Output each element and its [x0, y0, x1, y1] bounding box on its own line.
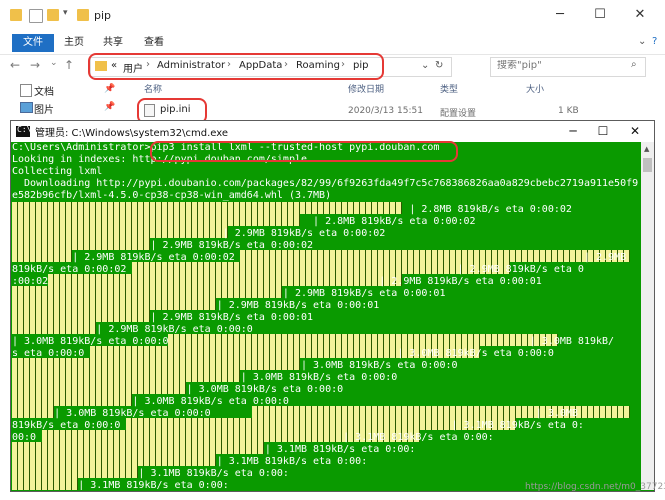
tab-share[interactable]: 共享: [103, 34, 123, 52]
file-size: 1 KB: [558, 106, 579, 116]
console-line: | 3.0MB 819kB/s eta 0:00:0: [12, 396, 289, 407]
cmd-minimize-icon[interactable]: ─: [559, 121, 587, 141]
cmd-maximize-icon[interactable]: ☐: [589, 121, 617, 141]
tab-file[interactable]: 文件: [12, 34, 54, 52]
scroll-thumb[interactable]: [643, 158, 652, 172]
console-line: | 3.1MB 819kB/s eta 0:00:: [12, 468, 289, 479]
console-line: | 3.1MB 819kB/s eta 0:00:: [12, 456, 368, 467]
column-name[interactable]: 名称: [144, 82, 162, 95]
watermark: https://blog.csdn.net/m0_37723044: [525, 482, 665, 492]
console-line: s eta 0:00:0 | 3.0MB 819kB/s eta 0:00:0: [12, 348, 554, 359]
window-folder-icon: [77, 9, 89, 21]
expand-ribbon-icon[interactable]: ⌄: [638, 36, 646, 47]
console-line: | 3.0MB 819kB/s eta 0:00:0: [12, 360, 458, 371]
console-line: | 2.8MB 819kB/s eta 0:00:02: [12, 204, 572, 215]
console-line: Collecting lxml: [12, 166, 103, 177]
help-icon[interactable]: ?: [652, 36, 657, 47]
file-type: 配置设置: [440, 109, 477, 119]
tab-home[interactable]: 主页: [64, 34, 84, 52]
column-size[interactable]: 大小: [526, 82, 544, 95]
pin-icon[interactable]: 📌: [104, 84, 115, 94]
picture-icon: [20, 102, 33, 113]
cmd-title-bar: C:\ 管理员: C:\Windows\system32\cmd.exe ─ ☐…: [10, 120, 655, 142]
console-line: | 3.0MB 819kB/s eta 0:00:0 | 3.0MB 819kB…: [12, 336, 615, 347]
refresh-icon[interactable]: ↻: [435, 60, 443, 71]
customize-qa-icon[interactable]: ▾: [63, 8, 68, 18]
explorer-title-bar: ▾ pip ─ ☐ ✕: [0, 0, 665, 30]
console-line: | 3.0MB 819kB/s eta 0:00:0 | 3.0MB: [12, 408, 578, 419]
forward-icon[interactable]: →: [30, 58, 40, 72]
recent-locations-icon[interactable]: ⌄: [50, 58, 58, 68]
console-line: Downloading http://pypi.doubanio.com/pac…: [12, 178, 639, 189]
ribbon: [0, 30, 665, 55]
console-line: | 3.0MB 819kB/s eta 0:00:0: [12, 384, 344, 395]
console-line: | 2.9MB 819kB/s eta 0:00:02 | 2.9MB: [12, 252, 627, 263]
cmd-icon: C:\: [16, 125, 32, 137]
console-line: | 3.1MB 819kB/s eta 0:00:: [12, 444, 416, 455]
maximize-icon[interactable]: ☐: [588, 6, 612, 24]
console-line: | 2.8MB 819kB/s eta 0:00:02: [12, 216, 476, 227]
column-type[interactable]: 类型: [440, 82, 458, 95]
search-box[interactable]: ⌕: [490, 57, 646, 77]
console-line: | 2.9MB 819kB/s eta 0:00:01: [12, 312, 314, 323]
document-icon: [20, 84, 32, 97]
window-title: pip: [94, 9, 112, 22]
console-line: | 2.9MB 819kB/s eta 0:00:01: [12, 288, 446, 299]
search-icon[interactable]: ⌕: [631, 59, 637, 70]
folder-icon: [10, 9, 22, 21]
console-line: | 2.9MB 819kB/s eta 0:00:01: [12, 300, 380, 311]
properties-icon[interactable]: [29, 9, 43, 23]
console-line: :00:02 | 2.9MB 819kB/s eta 0:00:01: [12, 276, 542, 287]
up-icon[interactable]: ↑: [64, 58, 74, 72]
sidebar-item-documents[interactable]: 文档: [34, 83, 54, 98]
console-line: | 3.0MB 819kB/s eta 0:00:0: [12, 372, 398, 383]
console-line: | 2.9MB 819kB/s eta 0:00:0: [12, 324, 253, 335]
console-line: 819kB/s eta 0:00:0 | 3.1MB 819kB/s eta 0…: [12, 420, 584, 431]
back-icon[interactable]: ←: [10, 58, 20, 72]
command-highlight: [150, 141, 458, 162]
sidebar-item-pictures[interactable]: 图片: [34, 101, 54, 116]
cmd-icon-label: C:\: [17, 125, 32, 134]
close-icon[interactable]: ✕: [628, 6, 652, 24]
column-headers: 名称 修改日期 类型 大小: [140, 82, 665, 100]
address-dropdown-icon[interactable]: ⌄: [421, 60, 429, 71]
console-line: 819kB/s eta 0:00:02 | 2.9MB 819kB/s eta …: [12, 264, 584, 275]
scroll-up-icon[interactable]: ▲: [644, 145, 649, 153]
address-highlight: [88, 53, 384, 80]
navigation-pane: 文档 📌 图片 📌: [0, 80, 125, 122]
search-input[interactable]: [497, 60, 617, 71]
console-line: | 2.9MB 819kB/s eta 0:00:02: [12, 228, 386, 239]
file-date: 2020/3/13 15:51: [348, 106, 423, 116]
console-line: | 2.9MB 819kB/s eta 0:00:02: [12, 240, 314, 251]
cmd-close-icon[interactable]: ✕: [621, 121, 649, 141]
console-line: 00:0 | 3.1MB 819kB/s eta 0:00:: [12, 432, 494, 443]
file-row[interactable]: pip.ini 2020/3/13 15:51 配置设置 1 KB: [140, 100, 665, 120]
console-scrollbar[interactable]: ▲: [641, 142, 654, 490]
new-folder-icon[interactable]: [47, 9, 59, 21]
tab-view[interactable]: 查看: [144, 34, 164, 52]
column-date[interactable]: 修改日期: [348, 82, 384, 95]
console-line: e582b96cfb/lxml-4.5.0-cp38-cp38-win_amd6…: [12, 190, 332, 201]
console-output[interactable]: C:\Users\Administrator>pip3 install lxml…: [12, 142, 640, 490]
cmd-title: 管理员: C:\Windows\system32\cmd.exe: [35, 128, 229, 139]
minimize-icon[interactable]: ─: [548, 6, 572, 24]
pin-icon[interactable]: 📌: [104, 102, 115, 112]
